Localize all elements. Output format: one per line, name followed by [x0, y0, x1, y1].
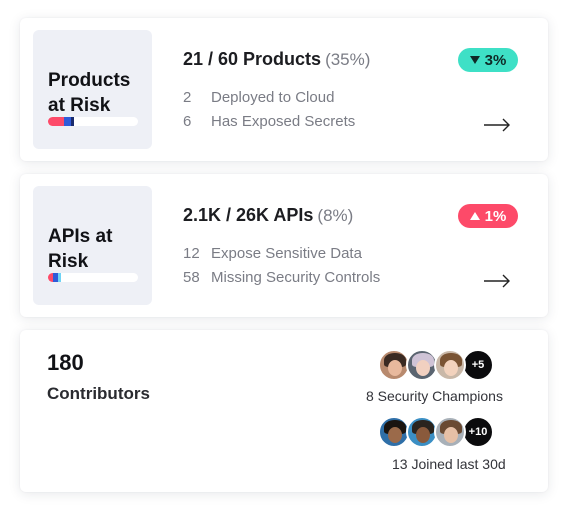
- products-headline: 21 / 60 Products (35%): [183, 49, 370, 70]
- trend-value: 3%: [484, 51, 507, 69]
- list-item: 2 Deployed to Cloud: [183, 89, 334, 106]
- row-count: 2: [183, 89, 192, 106]
- apis-count: 2.1K / 26K APIs: [183, 205, 314, 225]
- tile-title: APIs at Risk: [48, 226, 113, 272]
- row-label: Has Exposed Secrets: [211, 113, 356, 130]
- joined-avatars: +10: [378, 416, 494, 448]
- apis-risk-tile: APIs at Risk: [33, 186, 152, 305]
- trend-value: 1%: [484, 207, 507, 225]
- apis-risk-bar: [48, 273, 138, 282]
- risk-bar-segment: [71, 117, 74, 126]
- champions-avatars: +5: [378, 349, 494, 381]
- list-item: 58 Missing Security Controls: [183, 269, 380, 286]
- row-count: 6: [183, 113, 192, 130]
- more-joined-badge[interactable]: +10: [462, 416, 494, 448]
- risk-bar-segment: [58, 273, 61, 282]
- risk-bar-segment: [64, 117, 71, 126]
- apis-percent: (8%): [317, 206, 354, 225]
- arrow-right-icon[interactable]: [483, 273, 511, 289]
- products-risk-tile: Products at Risk: [33, 30, 152, 149]
- risk-bar-segment: [48, 117, 64, 126]
- avatar[interactable]: [434, 416, 466, 448]
- trend-badge: 1%: [458, 204, 518, 228]
- trend-badge: 3%: [458, 48, 518, 72]
- products-at-risk-card: Products at Risk 21 / 60 Products (35%) 2…: [20, 18, 548, 161]
- products-percent: (35%): [325, 50, 371, 69]
- avatar[interactable]: [434, 349, 466, 381]
- champions-caption: 8 Security Champions: [366, 388, 503, 404]
- contributors-card: 180 Contributors +5 8 Security Champions…: [20, 330, 548, 492]
- apis-at-risk-card: APIs at Risk 2.1K / 26K APIs (8%) 12 Expos…: [20, 174, 548, 317]
- row-label: Expose Sensitive Data: [211, 245, 362, 262]
- row-label: Missing Security Controls: [211, 269, 381, 286]
- list-item: 12 Expose Sensitive Data: [183, 245, 362, 262]
- triangle-up-icon: [469, 212, 480, 220]
- tile-title: Products at Risk: [48, 70, 131, 116]
- contributors-count: 180: [47, 350, 84, 375]
- products-risk-bar: [48, 117, 138, 126]
- arrow-right-icon[interactable]: [483, 117, 511, 133]
- row-label: Deployed to Cloud: [211, 89, 335, 106]
- more-champions-badge[interactable]: +5: [462, 349, 494, 381]
- row-count: 58: [183, 269, 200, 286]
- row-count: 12: [183, 245, 200, 262]
- joined-caption: 13 Joined last 30d: [392, 456, 506, 472]
- products-count: 21 / 60 Products: [183, 49, 322, 69]
- contributors-label: Contributors: [47, 384, 150, 403]
- triangle-down-icon: [469, 56, 480, 64]
- list-item: 6 Has Exposed Secrets: [183, 113, 355, 130]
- apis-headline: 2.1K / 26K APIs (8%): [183, 205, 353, 226]
